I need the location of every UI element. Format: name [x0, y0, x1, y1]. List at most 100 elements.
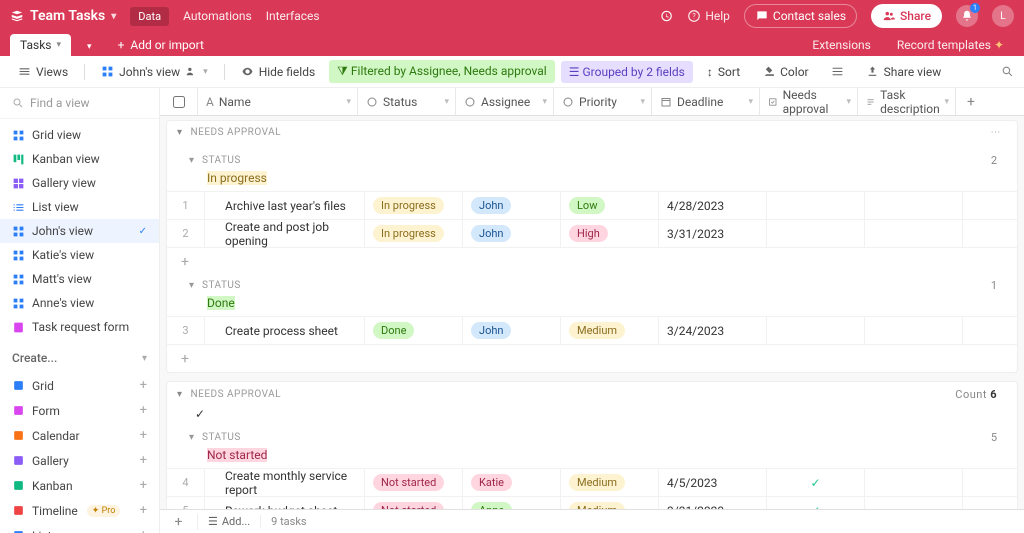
cell-status[interactable]: In progress — [365, 220, 463, 247]
sidebar-view-item[interactable]: John's view✓ — [0, 219, 159, 243]
cell-status[interactable]: Done — [365, 317, 463, 344]
table-row[interactable]: 4Create monthly service reportNot starte… — [167, 468, 1017, 496]
search-icon[interactable] — [1001, 65, 1014, 78]
cell-name[interactable]: Archive last year's files — [205, 192, 365, 219]
views-menu-button[interactable]: Views — [10, 61, 76, 83]
history-icon[interactable] — [659, 9, 673, 23]
sort-button[interactable]: ↕ Sort — [699, 61, 748, 83]
cell-assignee[interactable]: John — [463, 220, 561, 247]
table-row[interactable]: 1Archive last year's filesIn progressJoh… — [167, 191, 1017, 219]
add-column-button[interactable]: + — [956, 88, 986, 115]
cell-approval[interactable]: ✓ — [767, 469, 865, 496]
subgroup-header[interactable]: ▾Status5 — [167, 427, 1017, 448]
add-record-button[interactable]: + — [160, 514, 198, 530]
cell-description[interactable] — [865, 317, 963, 344]
cell-name[interactable]: Create and post job opening — [205, 220, 365, 247]
cell-assignee[interactable]: John — [463, 192, 561, 219]
sidebar-view-item[interactable]: Kanban view — [0, 147, 159, 171]
select-all-checkbox[interactable] — [160, 88, 198, 115]
cell-priority[interactable]: High — [561, 220, 659, 247]
cell-status[interactable]: Not started — [365, 469, 463, 496]
sidebar-view-item[interactable]: Gallery view — [0, 171, 159, 195]
views-sidebar: Find a view Grid viewKanban viewGallery … — [0, 88, 160, 533]
cell-deadline[interactable]: 4/28/2023 — [659, 192, 767, 219]
current-view-button[interactable]: John's view ▾ — [93, 61, 216, 83]
add-row-button[interactable]: + — [167, 247, 1017, 275]
table-tab-tasks[interactable]: Tasks ▾ — [10, 34, 71, 56]
cell-deadline[interactable]: 3/31/2023 — [659, 220, 767, 247]
column-header-status[interactable]: Status▾ — [358, 88, 456, 115]
help-link[interactable]: ? Help — [687, 9, 730, 23]
share-view-button[interactable]: Share view — [858, 61, 950, 83]
contact-sales-button[interactable]: Contact sales — [744, 4, 857, 28]
hide-fields-button[interactable]: Hide fields — [233, 61, 323, 83]
color-button[interactable]: Color — [754, 61, 816, 83]
filter-button[interactable]: ⧩Filtered by Assignee, Needs approval — [329, 60, 555, 83]
table-tab-more[interactable]: ▾ — [77, 38, 102, 56]
group-header[interactable]: ▾Needs approvalCount 6 — [167, 382, 1017, 407]
column-header-approval[interactable]: Needs approval▾ — [760, 88, 858, 115]
data-badge[interactable]: Data — [130, 7, 169, 26]
cell-deadline[interactable]: 3/24/2023 — [659, 317, 767, 344]
cell-deadline[interactable]: 4/5/2023 — [659, 469, 767, 496]
add-or-import-button[interactable]: + Add or import — [108, 34, 214, 56]
column-header-name[interactable]: AName▾ — [198, 88, 358, 115]
group-button[interactable]: ☰Grouped by 2 fields — [561, 61, 693, 83]
column-header-description[interactable]: Task description▾ — [858, 88, 956, 115]
group-header[interactable]: ▾Needs approval⋯ — [167, 121, 1017, 144]
more-icon[interactable]: ⋯ — [991, 127, 1002, 138]
cell-priority[interactable]: Medium — [561, 469, 659, 496]
user-avatar[interactable]: L — [992, 5, 1014, 27]
app-header: Team Tasks ▾ Data Automations Interfaces… — [0, 0, 1024, 32]
add-row-button[interactable]: + — [167, 344, 1017, 372]
create-view-item[interactable]: Gallery+ — [0, 448, 159, 473]
extensions-link[interactable]: Extensions — [802, 34, 880, 56]
cell-approval[interactable] — [767, 192, 865, 219]
table-row[interactable]: 2Create and post job openingIn progressJ… — [167, 219, 1017, 247]
subgroup-header[interactable]: ▾Status2 — [167, 150, 1017, 171]
create-view-item[interactable]: Calendar+ — [0, 423, 159, 448]
notifications-button[interactable]: 1 — [956, 5, 978, 27]
sidebar-view-item[interactable]: Grid view — [0, 123, 159, 147]
record-templates-link[interactable]: Record templates ✦ — [887, 34, 1014, 56]
cell-status[interactable]: In progress — [365, 192, 463, 219]
cell-name[interactable]: Create process sheet — [205, 317, 365, 344]
cell-name[interactable]: Create monthly service report — [205, 469, 365, 496]
create-section-header[interactable]: Create... ▾ — [0, 343, 159, 373]
add-record-menu[interactable]: ☰Add... — [198, 515, 261, 528]
sidebar-view-item[interactable]: Anne's view — [0, 291, 159, 315]
create-view-item[interactable]: Timeline✦ Pro+ — [0, 498, 159, 523]
cell-description[interactable] — [865, 192, 963, 219]
record-count: 9 tasks — [261, 515, 316, 528]
cell-approval[interactable] — [767, 317, 865, 344]
subgroup-header[interactable]: ▾Status1 — [167, 275, 1017, 296]
create-view-item[interactable]: Kanban+ — [0, 473, 159, 498]
sort-icon: ↕ — [707, 65, 713, 79]
cell-assignee[interactable]: Katie — [463, 469, 561, 496]
sidebar-view-item[interactable]: List view — [0, 195, 159, 219]
column-header-assignee[interactable]: Assignee▾ — [456, 88, 554, 115]
create-view-item[interactable]: Grid+ — [0, 373, 159, 398]
cell-priority[interactable]: Low — [561, 192, 659, 219]
column-header-priority[interactable]: Priority▾ — [554, 88, 652, 115]
nav-automations[interactable]: Automations — [183, 9, 252, 23]
cell-description[interactable] — [865, 220, 963, 247]
cell-approval[interactable] — [767, 220, 865, 247]
column-header-deadline[interactable]: Deadline▾ — [652, 88, 760, 115]
sidebar-view-item[interactable]: Matt's view — [0, 267, 159, 291]
cell-assignee[interactable]: John — [463, 317, 561, 344]
cell-priority[interactable]: Medium — [561, 317, 659, 344]
sidebar-view-item[interactable]: Task request form — [0, 315, 159, 339]
sidebar-view-item[interactable]: Katie's view — [0, 243, 159, 267]
workspace-title[interactable]: Team Tasks ▾ — [10, 8, 116, 24]
chevron-down-icon: ▾ — [57, 40, 62, 50]
cell-description[interactable] — [865, 469, 963, 496]
create-view-item[interactable]: List+ — [0, 523, 159, 533]
find-view-input[interactable]: Find a view — [0, 88, 159, 119]
row-height-button[interactable] — [823, 61, 852, 82]
nav-interfaces[interactable]: Interfaces — [266, 9, 320, 23]
create-view-item[interactable]: Form+ — [0, 398, 159, 423]
table-row[interactable]: 3Create process sheetDoneJohnMedium3/24/… — [167, 316, 1017, 344]
sparkle-icon: ✦ — [994, 38, 1004, 52]
share-button[interactable]: Share — [871, 4, 942, 28]
